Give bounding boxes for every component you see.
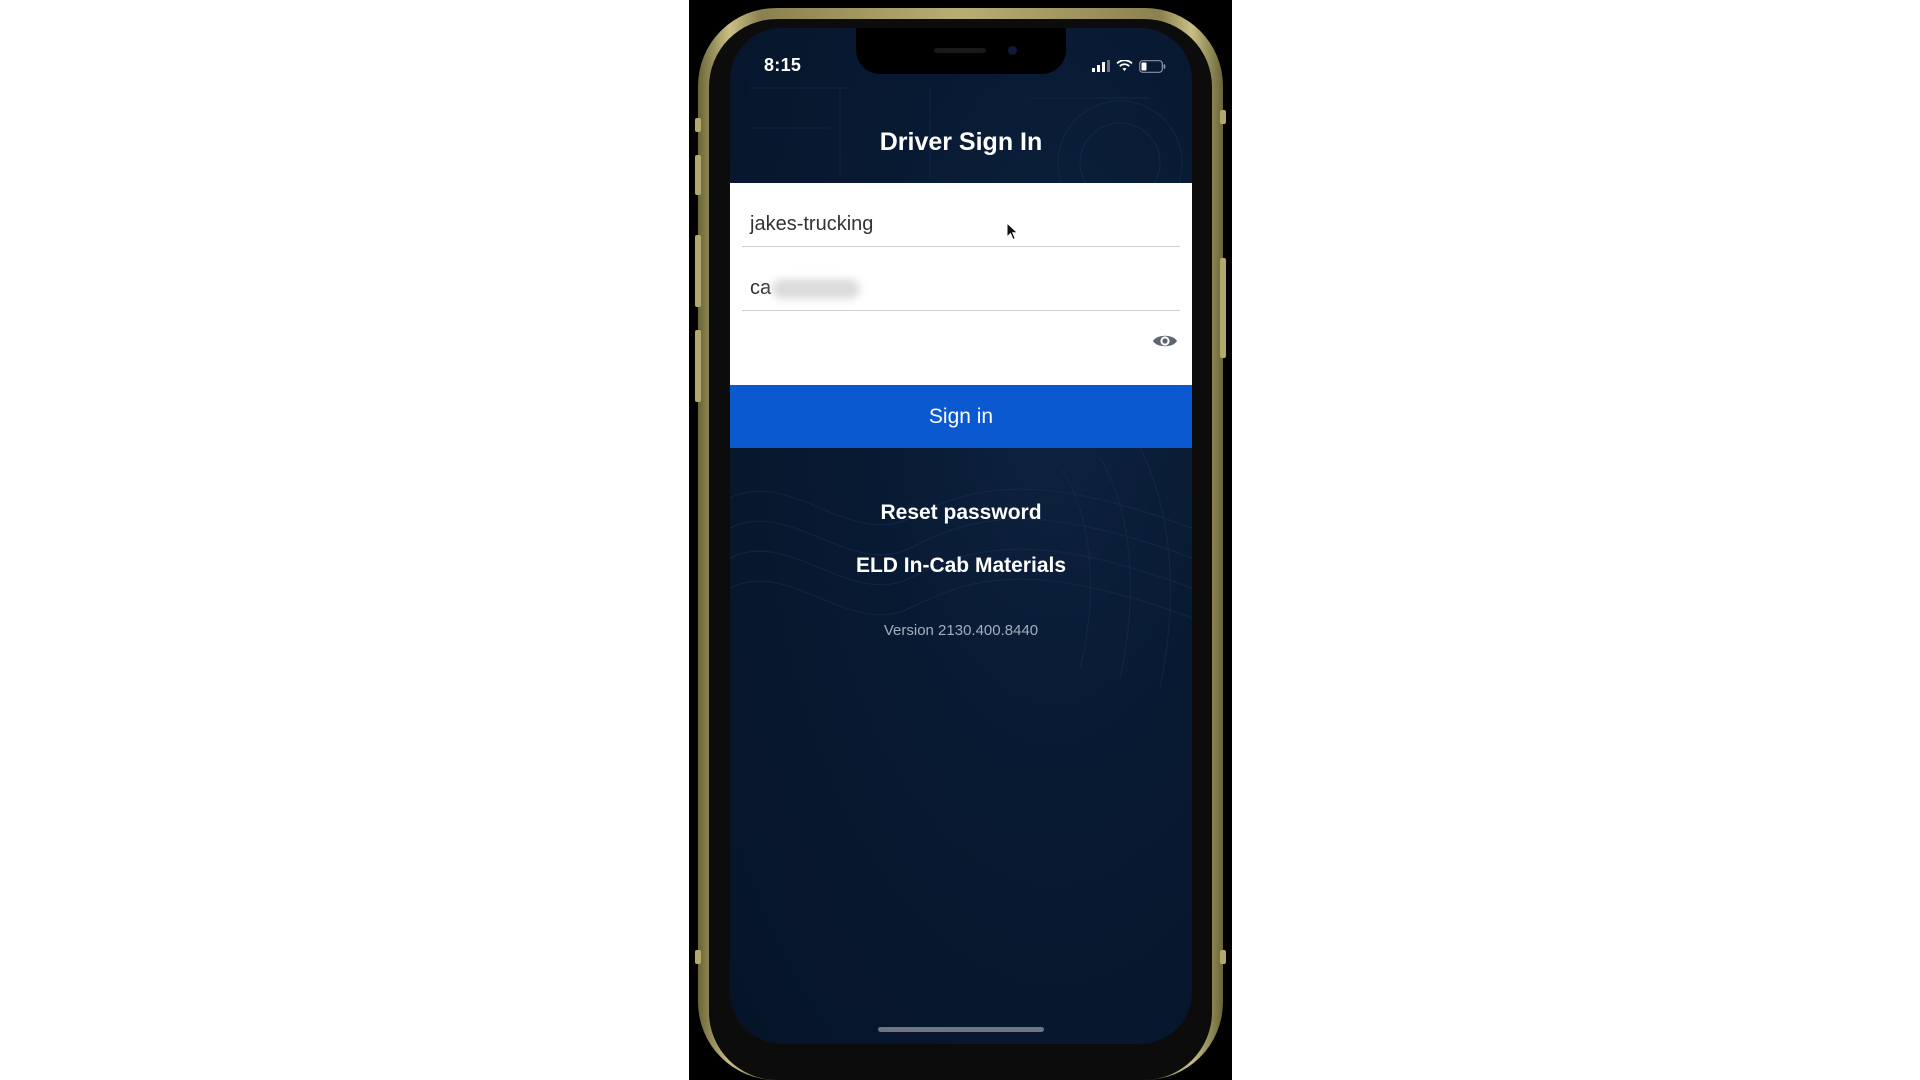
video-frame: 8:15 Driver Sign In jakes-trucking ca Si… [0,0,1920,1080]
cellular-signal-icon [1092,60,1110,72]
eye-icon[interactable] [1152,331,1178,351]
username-field-value: ca [750,277,772,299]
phone-side-button-top [1220,110,1226,124]
phone-volume-up-button [695,155,701,195]
page-title: Driver Sign In [879,128,1043,156]
battery-icon [1139,59,1166,73]
username-field[interactable]: ca [742,251,1180,311]
company-field-value: jakes-trucking [750,213,874,235]
sign-in-button[interactable]: Sign in [730,385,1192,448]
phone-side-button-lower [695,950,701,964]
front-camera [1008,46,1017,55]
version-label: Version 2130.400.8440 [883,622,1039,639]
phone-notch [856,28,1066,74]
sign-in-form: jakes-trucking ca [730,183,1192,385]
reset-password-link[interactable]: Reset password [730,501,1192,525]
company-field[interactable]: jakes-trucking [742,187,1180,247]
status-icons [1092,58,1166,74]
phone-volume-down-button [695,235,701,307]
phone-volume-button [695,330,701,402]
status-time: 8:15 [764,55,802,75]
eld-in-cab-materials-link[interactable]: ELD In-Cab Materials [730,554,1192,578]
password-field[interactable] [742,311,1180,371]
wifi-icon [1116,60,1133,71]
username-redaction-blur [772,279,860,299]
mouse-cursor-icon [1006,222,1019,241]
phone-side-button-bottom [1220,950,1226,964]
phone-side-button [695,118,701,132]
home-indicator[interactable] [878,1027,1044,1032]
phone-power-button [1220,258,1226,358]
notch-speaker [934,48,986,53]
app-screen: 8:15 Driver Sign In jakes-trucking ca Si… [730,28,1192,1044]
